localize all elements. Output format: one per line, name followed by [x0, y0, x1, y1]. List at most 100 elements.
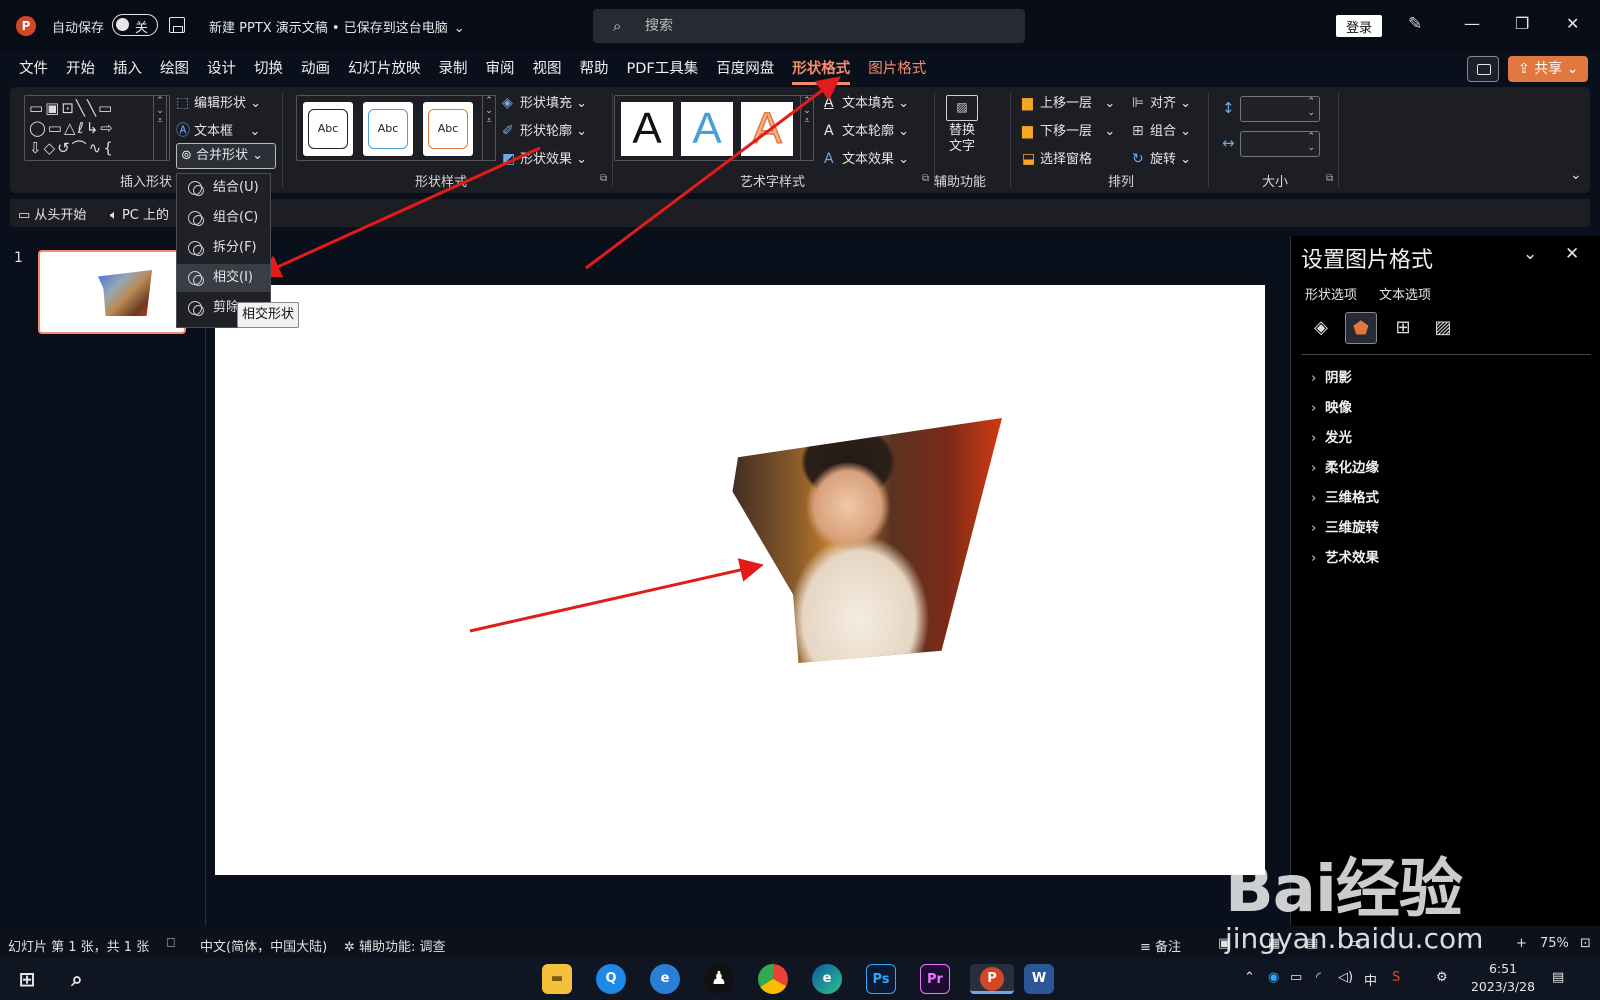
menu-item-fragment[interactable]: 拆分(F) [177, 234, 270, 262]
fit-slide-icon[interactable]: ⊡ [1580, 936, 1591, 951]
tab-animations[interactable]: 动画 [292, 58, 339, 82]
battery-icon[interactable]: ▭ [1290, 970, 1302, 985]
system-clock[interactable]: 6:51 2023/3/28 [1468, 960, 1538, 996]
shapes-gallery-scroll[interactable]: ⌃ ⌄ ⩡ [153, 95, 167, 161]
wordart-style-3[interactable]: A [741, 102, 793, 156]
word-icon[interactable]: W [1024, 964, 1054, 994]
tab-insert[interactable]: 插入 [104, 58, 151, 82]
shape-style-2[interactable]: Abc [363, 102, 413, 156]
menu-item-combine[interactable]: 组合(C) [177, 204, 270, 232]
text-outline-button[interactable]: A 文本轮廓 ⌄ [824, 120, 909, 139]
pen-icon[interactable]: ✎ [1408, 14, 1422, 34]
send-backward-button[interactable]: ▆ 下移一层 ⌄ [1022, 120, 1115, 139]
collapse-ribbon-icon[interactable]: ⌄ [1570, 167, 1582, 183]
language-status[interactable]: 中文(简体，中国大陆) [200, 936, 327, 955]
bring-forward-button[interactable]: ▆ 上移一层 ⌄ [1022, 92, 1115, 111]
dialog-launcher-icon[interactable]: ⧉ [600, 173, 607, 184]
pc-audio-button[interactable]: 🔈︎ PC 上的 [110, 204, 169, 223]
section-3d-rotation[interactable]: › 三维旋转 [1311, 516, 1379, 536]
powerpoint-taskbar-icon[interactable]: P [970, 964, 1014, 994]
pane-options-icon[interactable]: ⌄ [1523, 244, 1537, 264]
ime-indicator[interactable]: 中 [1364, 970, 1377, 989]
wordart-style-2[interactable]: A [681, 102, 733, 156]
tab-help[interactable]: 帮助 [571, 58, 618, 82]
tab-text-options[interactable]: 文本选项 [1379, 284, 1431, 303]
zoom-level[interactable]: 75% [1540, 936, 1569, 951]
size-properties-icon[interactable]: ⊞ [1387, 312, 1419, 344]
tab-slideshow[interactable]: 幻灯片放映 [339, 58, 430, 82]
share-button[interactable]: ⇪ 共享 ⌄ [1508, 56, 1588, 82]
dialog-launcher-icon[interactable]: ⧉ [1326, 173, 1333, 184]
qq-browser-icon[interactable]: Q [596, 964, 626, 994]
shapes-gallery[interactable]: ▭▣⊡╲╲▭ ◯▭△ℓ↳⇨ ⇩◇↺⌒∿{ [24, 95, 170, 161]
from-start-button[interactable]: ▭ 从头开始 [18, 204, 86, 223]
tab-review[interactable]: 审阅 [477, 58, 524, 82]
menu-item-union[interactable]: 结合(U) [177, 174, 270, 202]
premiere-icon[interactable]: Pr [920, 964, 950, 994]
notifications-icon[interactable]: ▤ [1552, 970, 1564, 985]
tab-picture-format[interactable]: 图片格式 [859, 58, 935, 82]
notes-button[interactable]: ≡ 备注 [1140, 936, 1181, 955]
text-effects-button[interactable]: A 文本效果 ⌄ [824, 148, 909, 167]
group-button[interactable]: ⊞ 组合 ⌄ [1132, 120, 1191, 139]
zoom-in-icon[interactable]: + [1516, 936, 1527, 951]
rotate-button[interactable]: ↻ 旋转 ⌄ [1132, 148, 1191, 167]
spellcheck-icon[interactable]: ⎕ [167, 936, 175, 951]
width-input[interactable] [1240, 131, 1320, 157]
tab-shape-options[interactable]: 形状选项 [1305, 284, 1357, 303]
shape-outline-button[interactable]: ✐ 形状轮廓 ⌄ [502, 120, 587, 139]
tab-file[interactable]: 文件 [10, 58, 57, 82]
shape-fill-button[interactable]: ◈ 形状填充 ⌄ [502, 92, 587, 111]
edge-icon[interactable]: e [812, 964, 842, 994]
taskbar-search-icon[interactable]: ⌕ [62, 964, 92, 994]
section-artistic-effects[interactable]: › 艺术效果 [1311, 546, 1379, 566]
menu-item-intersect[interactable]: 相交(I) [177, 264, 270, 292]
login-button[interactable]: 登录 [1336, 15, 1382, 37]
comments-button[interactable] [1467, 56, 1499, 82]
height-input[interactable] [1240, 96, 1320, 122]
intersected-photo-shape[interactable] [732, 418, 1002, 663]
section-3d-format[interactable]: › 三维格式 [1311, 486, 1379, 506]
section-reflection[interactable]: › 映像 [1311, 396, 1352, 416]
dialog-launcher-icon[interactable]: ⧉ [922, 173, 929, 184]
save-icon[interactable] [169, 17, 185, 33]
tab-draw[interactable]: 绘图 [151, 58, 198, 82]
fill-line-icon[interactable]: ◈ [1305, 312, 1337, 344]
file-explorer-icon[interactable]: ▬ [542, 964, 572, 994]
volume-icon[interactable]: ◁) [1338, 970, 1353, 985]
wordart-style-1[interactable]: A [621, 102, 673, 156]
text-box-button[interactable]: Ⓐ 文本框 ⌄ [176, 120, 260, 140]
windows-start-icon[interactable]: ⊞ [12, 964, 42, 994]
merge-shapes-button[interactable]: ⊚ 合并形状 ⌄ [176, 143, 276, 169]
tray-overflow-icon[interactable]: ⌃ [1244, 970, 1255, 985]
document-title[interactable]: 新建 PPTX 演示文稿 • 已保存到这台电脑 ⌄ [209, 17, 465, 36]
shape-style-3[interactable]: Abc [423, 102, 473, 156]
pane-close-icon[interactable]: ✕ [1565, 244, 1579, 264]
sogou-icon[interactable]: S [1392, 970, 1400, 985]
tab-transitions[interactable]: 切换 [245, 58, 292, 82]
effects-pentagon-icon[interactable]: ⬟ [1345, 312, 1377, 344]
tab-shape-format[interactable]: 形状格式 [783, 58, 859, 85]
edit-shape-button[interactable]: ⬚ 编辑形状 ⌄ [176, 92, 261, 111]
restore-icon[interactable]: ❐ [1515, 14, 1529, 33]
shape-effects-button[interactable]: ◩ 形状效果 ⌄ [502, 148, 587, 167]
section-shadow[interactable]: › 阴影 [1311, 366, 1352, 386]
tab-home[interactable]: 开始 [57, 58, 104, 82]
qq-icon[interactable]: ♟ [704, 964, 734, 994]
text-fill-button[interactable]: A 文本填充 ⌄ [824, 92, 909, 111]
close-icon[interactable]: ✕ [1566, 14, 1579, 33]
chrome-icon[interactable] [758, 964, 788, 994]
slide-thumbnail[interactable] [38, 250, 186, 334]
accessibility-status[interactable]: ✲ 辅助功能: 调查 [344, 936, 446, 955]
ie-icon[interactable]: e [650, 964, 680, 994]
picture-icon[interactable]: ▨ [1427, 312, 1459, 344]
alt-text-button[interactable]: ▨ 替换 文字 [942, 95, 982, 155]
search-input[interactable] [645, 16, 1005, 36]
section-glow[interactable]: › 发光 [1311, 426, 1352, 446]
settings-gear-icon[interactable]: ⚙ [1436, 970, 1448, 985]
wifi-icon[interactable]: ◜ [1316, 970, 1321, 985]
tab-record[interactable]: 录制 [430, 58, 477, 82]
wordart-gallery[interactable]: A A A [614, 95, 814, 161]
shape-styles-scroll[interactable]: ⌃ ⌄ ⩡ [482, 95, 496, 161]
section-soft-edges[interactable]: › 柔化边缘 [1311, 456, 1379, 476]
